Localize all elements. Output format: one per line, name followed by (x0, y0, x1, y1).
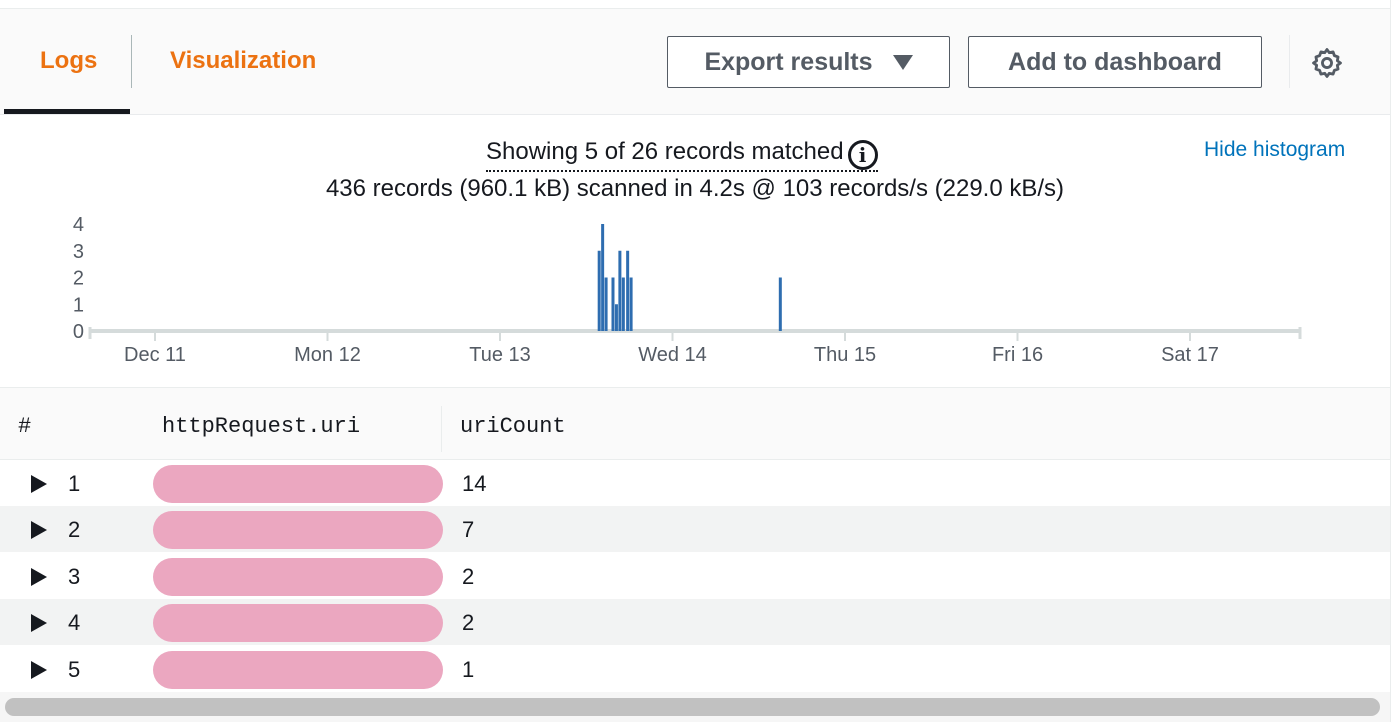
x-tick-label: Wed 14 (638, 344, 707, 366)
expand-row-icon[interactable] (31, 568, 47, 586)
results-table: # httpRequest.uri uriCount 1 14 2 7 3 2 … (0, 387, 1390, 693)
histogram-bar (604, 277, 608, 331)
right-edge (1390, 0, 1400, 722)
active-tab-indicator (4, 109, 130, 114)
tab-logs[interactable]: Logs (40, 44, 97, 78)
add-to-dashboard-button[interactable]: Add to dashboard (968, 36, 1262, 88)
histogram-bar (614, 304, 618, 331)
gear-icon[interactable] (1310, 46, 1344, 80)
y-tick-label: 1 (73, 294, 84, 316)
redacted-uri (153, 651, 443, 689)
y-tick-label: 2 (73, 268, 84, 290)
x-tick-label: Mon 12 (294, 344, 361, 366)
column-header-uri[interactable]: httpRequest.uri (162, 414, 360, 439)
table-row: 3 2 (0, 553, 1390, 599)
redacted-uri (153, 604, 443, 642)
histogram-bar (629, 277, 633, 331)
records-matched-summary[interactable]: Showing 5 of 26 records matched i (486, 136, 878, 172)
tab-divider (131, 35, 132, 88)
histogram-bar (778, 277, 782, 331)
row-number: 3 (68, 564, 81, 589)
tab-visualization[interactable]: Visualization (170, 44, 316, 78)
expand-row-icon[interactable] (31, 475, 47, 493)
table-row: 4 2 (0, 599, 1390, 645)
x-tick-label: Dec 11 (124, 344, 186, 366)
table-row: 2 7 (0, 506, 1390, 552)
y-tick-label: 4 (73, 214, 84, 236)
histogram-bar (597, 250, 601, 331)
histogram-chart: 0 1 2 3 4 Dec 11 Mon 12 Tue 13 Wed 14 Thu 15 Fri 1… (73, 214, 1302, 366)
header-divider (1289, 35, 1290, 88)
redacted-uri (153, 465, 443, 503)
scan-stats: 436 records (960.1 kB) scanned in 4.2s @… (325, 175, 1065, 202)
table-row: 1 14 (0, 460, 1390, 506)
uri-count: 2 (462, 564, 475, 589)
uri-count: 14 (462, 471, 487, 496)
results-header: Logs Visualization Export results Add to… (0, 9, 1390, 115)
row-number: 5 (68, 657, 81, 682)
hide-histogram-link[interactable]: Hide histogram (1204, 138, 1345, 162)
caret-down-icon (892, 54, 913, 70)
x-tick-label: Sat 17 (1161, 344, 1219, 366)
y-tick-label: 0 (73, 321, 84, 343)
column-separator[interactable] (441, 406, 442, 452)
histogram-bar (626, 250, 630, 331)
horizontal-scrollbar[interactable] (5, 698, 1380, 716)
histogram-bar (618, 250, 622, 331)
expand-row-icon[interactable] (31, 661, 47, 679)
table-row: 5 1 (0, 646, 1390, 692)
top-strip (0, 0, 1390, 9)
expand-row-icon[interactable] (31, 614, 47, 632)
column-header-uricount[interactable]: uriCount (460, 414, 566, 439)
add-to-dashboard-label: Add to dashboard (1008, 47, 1222, 76)
export-results-button[interactable]: Export results (667, 36, 950, 88)
row-number: 4 (68, 610, 81, 635)
info-icon[interactable]: i (847, 140, 878, 170)
export-results-label: Export results (704, 47, 873, 76)
uri-count: 2 (462, 610, 475, 635)
x-tick-label: Fri 16 (992, 344, 1043, 366)
table-header: # httpRequest.uri uriCount (0, 388, 1390, 460)
y-tick-label: 3 (73, 241, 84, 263)
histogram-bar (611, 277, 615, 331)
column-header-number: # (18, 414, 32, 439)
histogram-bar (601, 224, 605, 331)
histogram-bar (621, 277, 625, 331)
x-tick-label: Thu 15 (814, 344, 876, 366)
uri-count: 1 (462, 657, 475, 682)
redacted-uri (153, 511, 443, 549)
records-matched-text: Showing 5 of 26 records matched (486, 138, 844, 165)
x-tick-label: Tue 13 (469, 344, 531, 366)
row-number: 2 (68, 517, 81, 542)
row-number: 1 (68, 471, 81, 496)
uri-count: 7 (462, 517, 475, 542)
expand-row-icon[interactable] (31, 521, 47, 539)
redacted-uri (153, 558, 443, 596)
